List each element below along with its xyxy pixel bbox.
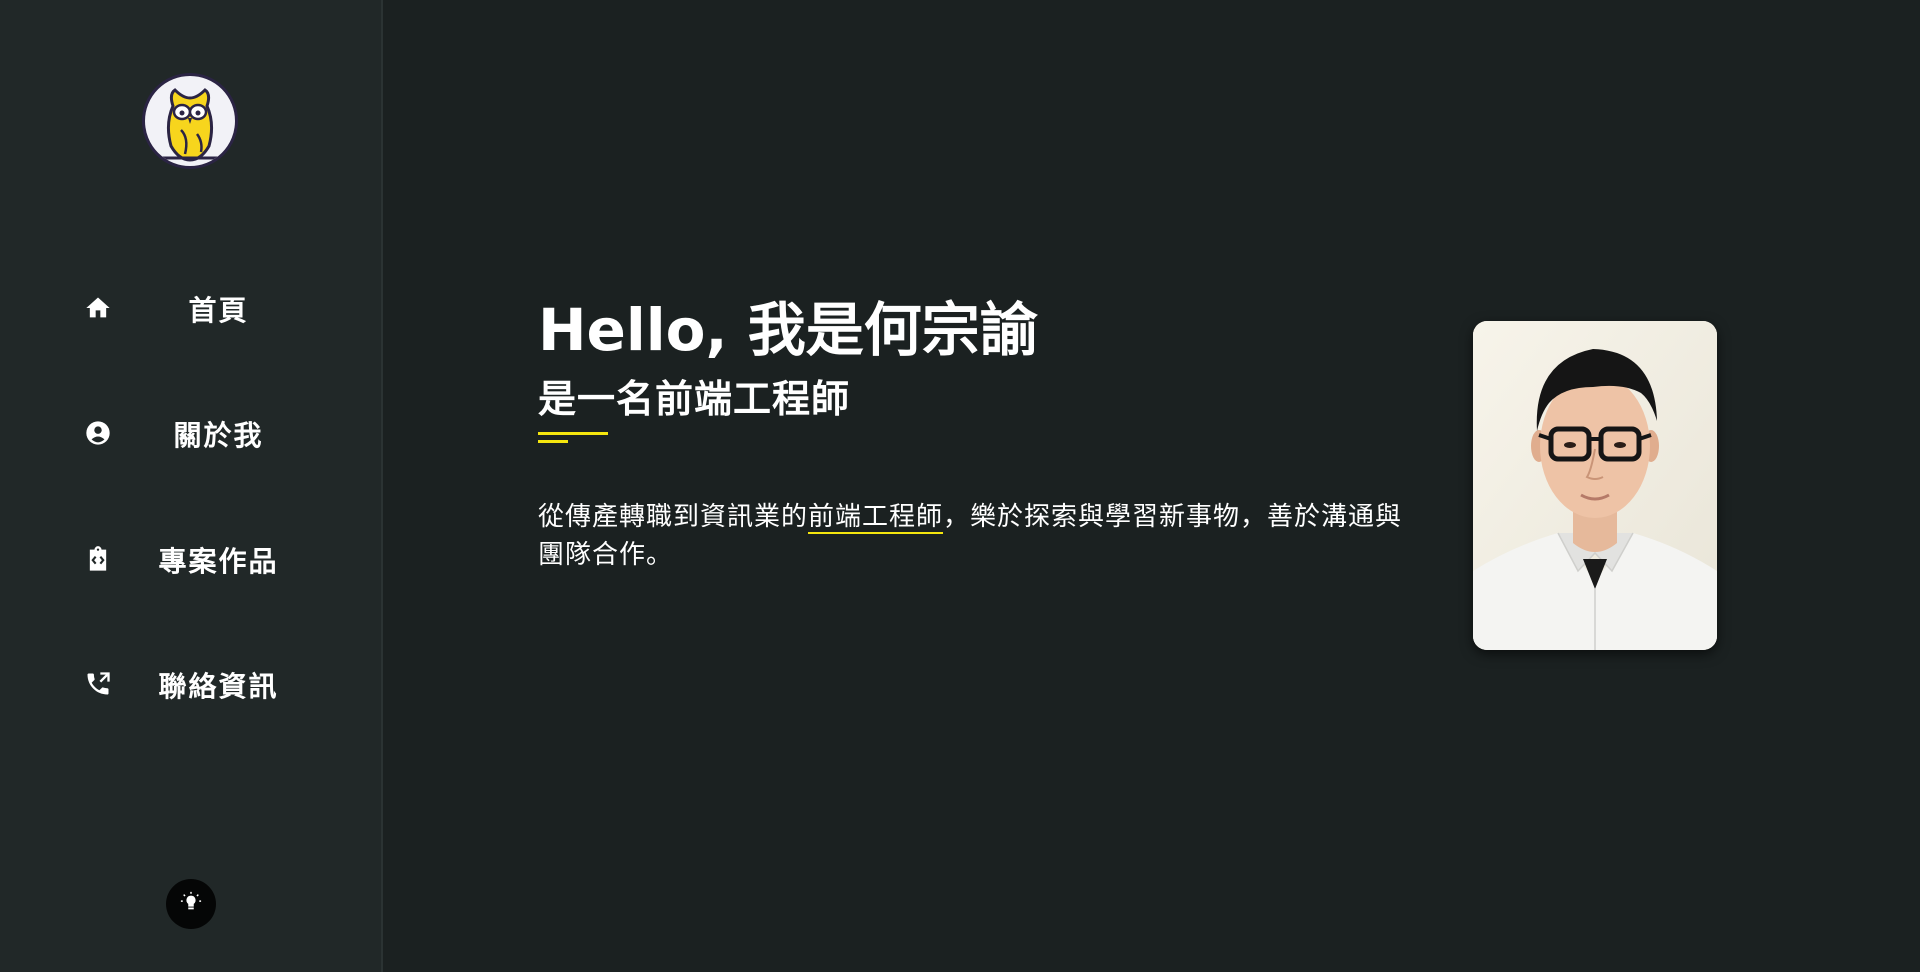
sidebar-item-contact[interactable]: 聯絡資訊 xyxy=(0,647,383,717)
accent-divider xyxy=(538,432,1438,446)
hero-title: Hello, 我是何宗諭 xyxy=(538,296,1038,364)
account-circle-icon xyxy=(84,419,112,447)
home-icon xyxy=(84,294,112,322)
hero-subtitle: 是一名前端工程師 xyxy=(538,377,851,421)
sidebar-item-label: 專案作品 xyxy=(158,545,279,578)
theme-toggle-button[interactable] xyxy=(166,879,216,929)
profile-photo xyxy=(1473,321,1717,650)
sidebar-item-home[interactable]: 首頁 xyxy=(0,271,383,341)
desc-text: 從傳產轉職到資訊業的 xyxy=(538,502,809,532)
sidebar-item-about[interactable]: 關於我 xyxy=(0,396,383,466)
sidebar-item-label: 首頁 xyxy=(188,294,249,327)
sidebar-item-label: 關於我 xyxy=(173,419,264,452)
hero-description: 從傳產轉職到資訊業的前端工程師，樂於探索與學習新事物，善於溝通與團隊合作。 xyxy=(538,498,1428,574)
owl-logo[interactable] xyxy=(142,73,238,169)
lightbulb-icon xyxy=(180,891,202,917)
phone-icon xyxy=(84,670,112,698)
code-clipboard-icon xyxy=(84,545,112,573)
hero-section: Hello, 我是何宗諭 是一名前端工程師 從傳產轉職到資訊業的前端工程師，樂於… xyxy=(538,290,1438,600)
sidebar-item-label: 聯絡資訊 xyxy=(158,670,279,703)
desc-highlight: 前端工程師 xyxy=(808,502,944,534)
sidebar-item-projects[interactable]: 專案作品 xyxy=(0,522,383,592)
sidebar: 首頁 關於我 專案作品 聯絡資訊 xyxy=(0,0,383,972)
